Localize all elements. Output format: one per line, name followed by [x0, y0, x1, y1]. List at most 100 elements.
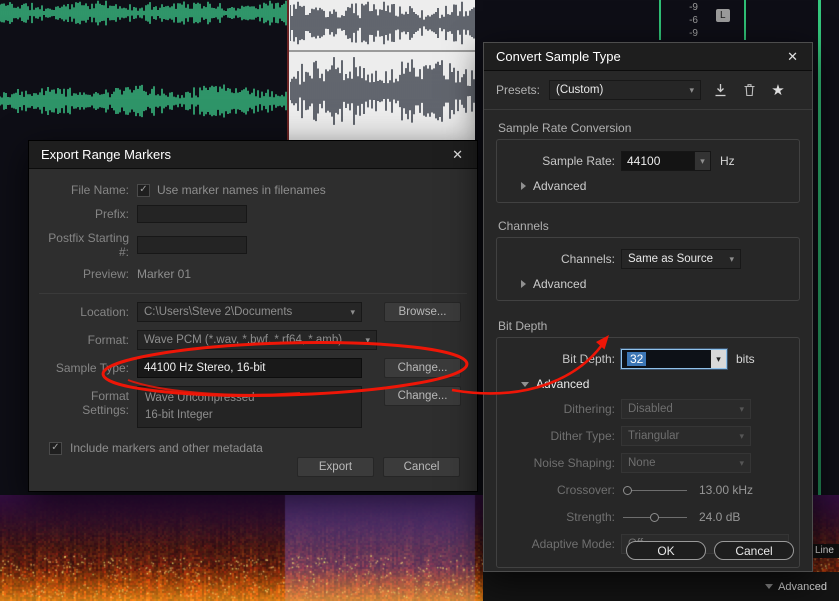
sample-rate-value: 44100: [622, 152, 694, 170]
audition-workspace: -9 -6 -9 L Line Advanced Export Range Ma…: [0, 0, 839, 601]
format-settings-line2: 16-bit Integer: [145, 409, 213, 421]
bit-depth-section-heading: Bit Depth: [498, 319, 548, 333]
level-meter-segment: [744, 0, 746, 40]
chevron-right-icon: [521, 280, 526, 288]
delete-preset-icon[interactable]: [739, 81, 759, 99]
channels-value: Same as Source: [628, 253, 714, 265]
sample-type-label: Sample Type:: [55, 361, 129, 375]
format-dropdown[interactable]: Wave PCM (*.wav, *.bwf, *.rf64, *.amb) ▾: [137, 330, 377, 350]
caret-down-icon: ▾: [350, 306, 355, 317]
crossover-value: 13.00 kHz: [699, 483, 754, 497]
selected-waveform-bottom: [290, 57, 475, 125]
cancel-button[interactable]: Cancel: [383, 457, 460, 477]
use-marker-names-checkbox[interactable]: ✓: [137, 183, 150, 197]
location-label: Location:: [80, 305, 129, 319]
format-value: Wave PCM (*.wav, *.bwf, *.rf64, *.amb): [144, 334, 343, 346]
channels-group: Channels: Same as Source ▾ Advanced: [496, 237, 800, 301]
check-icon: ✓: [51, 442, 60, 453]
channels-dropdown[interactable]: Same as Source ▾: [621, 249, 741, 269]
location-dropdown[interactable]: C:\Users\Steve 2\Documents ▾: [137, 302, 362, 322]
slider-knob[interactable]: [623, 485, 632, 495]
channels-advanced-toggle[interactable]: Advanced: [521, 276, 789, 292]
dither-type-dropdown[interactable]: Triangular ▾: [621, 426, 751, 446]
strength-slider[interactable]: [623, 512, 687, 522]
bit-depth-combo[interactable]: 32 ▾: [621, 349, 727, 369]
bit-depth-advanced-toggle[interactable]: Advanced: [521, 376, 789, 392]
slider-track: [623, 489, 687, 491]
include-metadata-checkbox[interactable]: ✓: [49, 441, 62, 455]
ok-button[interactable]: OK: [626, 541, 706, 560]
strength-label: Strength:: [566, 510, 615, 524]
export-dialog-title: Export Range Markers: [41, 147, 172, 162]
line-scale-label[interactable]: Line: [812, 544, 839, 558]
advanced-panel-toggle[interactable]: Advanced: [778, 581, 827, 593]
close-icon[interactable]: ✕: [785, 49, 800, 65]
chevron-right-icon: [521, 182, 526, 190]
sample-rate-section-heading: Sample Rate Conversion: [498, 121, 632, 135]
save-preset-icon[interactable]: [710, 81, 730, 99]
channels-section-heading: Channels: [498, 219, 549, 233]
sample-rate-group: Sample Rate: 44100 ▾ Hz Advanced: [496, 139, 800, 203]
dither-type-value: Triangular: [628, 430, 680, 442]
include-metadata-label: Include markers and other metadata: [70, 441, 263, 455]
caret-down-icon: ▾: [694, 152, 710, 170]
favorite-star-icon[interactable]: ★: [768, 81, 788, 99]
channels-label: Channels:: [560, 252, 615, 266]
sample-rate-advanced-toggle[interactable]: Advanced: [521, 178, 789, 194]
caret-down-icon: ▾: [739, 457, 744, 468]
caret-down-icon: ▾: [739, 403, 744, 414]
browse-button[interactable]: Browse...: [384, 302, 461, 322]
presets-dropdown[interactable]: (Custom) ▾: [549, 80, 702, 100]
sample-type-value: 44100 Hz Stereo, 16-bit: [137, 358, 362, 378]
meter-scale-label: -9: [689, 28, 698, 39]
sample-rate-label: Sample Rate:: [542, 154, 615, 168]
presets-value: (Custom): [556, 84, 604, 96]
format-settings-label: Format Settings:: [82, 389, 129, 417]
crossover-label: Crossover:: [556, 483, 615, 497]
check-icon: ✓: [139, 184, 148, 195]
bit-depth-value: 32: [627, 352, 647, 366]
caret-down-icon: ▾: [710, 350, 726, 368]
postfix-input[interactable]: [137, 236, 247, 254]
level-meter-segment: [659, 0, 661, 40]
use-marker-names-label: Use marker names in filenames: [157, 183, 326, 197]
bottom-status-bar: Advanced: [483, 572, 839, 601]
advanced-label: Advanced: [536, 377, 590, 391]
sample-rate-combo[interactable]: 44100 ▾: [621, 151, 711, 171]
cancel-button[interactable]: Cancel: [714, 541, 794, 560]
waveform-selection-region[interactable]: [287, 0, 475, 140]
advanced-label: Advanced: [533, 277, 587, 291]
chevron-down-icon: [521, 381, 529, 387]
location-value: C:\Users\Steve 2\Documents: [144, 306, 293, 318]
crossover-slider[interactable]: [623, 485, 687, 495]
caret-down-icon: ▾: [365, 334, 370, 345]
noise-shaping-label: Noise Shaping:: [533, 456, 615, 470]
noise-shaping-dropdown[interactable]: None ▾: [621, 453, 751, 473]
divider: [484, 109, 812, 110]
meter-scale: -9 -6 -9: [680, 1, 698, 40]
caret-down-icon: ▾: [739, 430, 744, 441]
export-button[interactable]: Export: [297, 457, 374, 477]
export-dialog-titlebar: Export Range Markers ✕: [29, 141, 477, 169]
dither-type-label: Dither Type:: [550, 429, 615, 443]
postfix-label: Postfix Starting #:: [48, 231, 129, 259]
export-range-markers-dialog: Export Range Markers ✕ File Name: ✓ Use …: [28, 140, 478, 492]
sample-type-change-button[interactable]: Change...: [384, 358, 461, 378]
waveform-track-left-bottom: [0, 84, 287, 118]
dithering-dropdown[interactable]: Disabled ▾: [621, 399, 751, 419]
bit-depth-unit: bits: [736, 352, 755, 366]
waveform-track-left-top: [0, 0, 287, 26]
strength-value: 24.0 dB: [699, 510, 741, 524]
caret-down-icon: ▾: [689, 84, 695, 95]
selected-waveform-top: [290, 1, 475, 45]
track-divider: [289, 50, 475, 52]
preview-value: Marker 01: [137, 267, 192, 281]
bit-depth-label: Bit Depth:: [562, 352, 615, 366]
format-settings-change-button[interactable]: Change...: [384, 386, 461, 406]
prefix-input[interactable]: [137, 205, 247, 223]
slider-knob[interactable]: [650, 512, 659, 522]
dithering-value: Disabled: [628, 403, 673, 415]
presets-label: Presets:: [496, 83, 541, 97]
convert-dialog-titlebar: Convert Sample Type ✕: [484, 43, 812, 71]
close-icon[interactable]: ✕: [450, 147, 465, 163]
